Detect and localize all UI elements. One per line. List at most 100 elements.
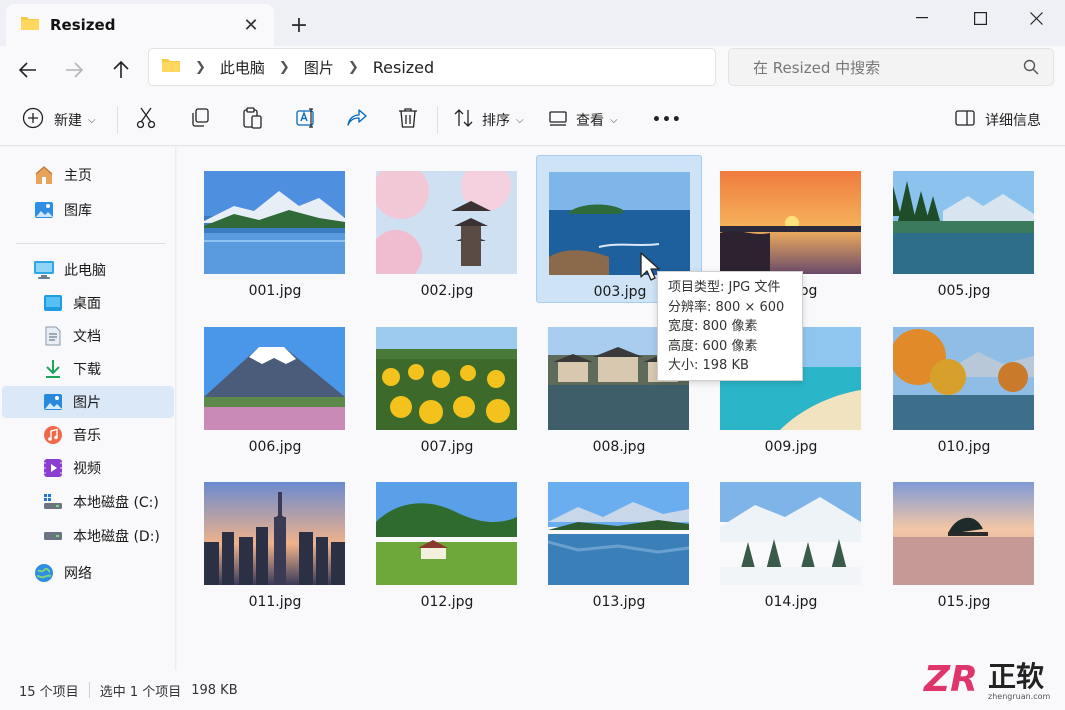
minimize-button[interactable]	[893, 0, 951, 36]
up-button[interactable]	[103, 52, 139, 88]
sidebar-item-drive-d[interactable]: 本地磁盘 (D:)	[2, 520, 174, 552]
sidebar-item-pictures[interactable]: 图片	[2, 386, 174, 418]
gallery-icon	[33, 199, 55, 221]
tooltip-type: 项目类型: JPG 文件	[668, 280, 781, 295]
file-item-002[interactable]: 002.jpg	[364, 155, 530, 303]
file-name: 015.jpg	[937, 594, 991, 610]
file-name: 012.jpg	[420, 594, 474, 610]
paste-button[interactable]	[243, 102, 263, 138]
breadcrumb-this-pc[interactable]: 此电脑	[220, 57, 265, 78]
thumbnail-image	[204, 482, 345, 585]
tab-close-icon[interactable]: ✕	[236, 10, 266, 40]
network-icon	[33, 562, 55, 584]
file-info-tooltip: 项目类型: JPG 文件 分辨率: 800 × 600 宽度: 800 像素 高…	[657, 271, 803, 381]
maximize-button[interactable]	[951, 0, 1009, 36]
sort-button[interactable]: 排序 ⌵	[454, 102, 524, 138]
downloads-icon	[42, 358, 64, 380]
thumbnail-image	[720, 171, 861, 274]
sidebar-item-label: 本地磁盘 (D:)	[73, 529, 160, 545]
file-item-005[interactable]: 005.jpg	[881, 155, 1047, 303]
sort-label: 排序	[482, 113, 510, 129]
sidebar-item-label: 网络	[64, 566, 92, 582]
sidebar-item-network[interactable]: 网络	[2, 557, 174, 589]
file-name: 001.jpg	[248, 283, 302, 299]
file-item-011[interactable]: 011.jpg	[192, 466, 358, 614]
sidebar-item-label: 文档	[73, 329, 101, 345]
cut-button[interactable]	[136, 102, 156, 138]
view-label: 查看	[576, 113, 604, 129]
file-item-001[interactable]: 001.jpg	[192, 155, 358, 303]
back-button[interactable]	[10, 52, 46, 88]
new-label: 新建	[54, 113, 82, 129]
pictures-icon	[42, 391, 64, 413]
selection-count: 选中 1 个项目	[99, 684, 182, 700]
file-item-007[interactable]: 007.jpg	[364, 311, 530, 459]
details-pane-icon	[955, 110, 975, 130]
divider	[117, 106, 118, 134]
navigation-row: ❯ 此电脑 ❯ 图片 ❯ Resized 在 Resized 中搜索	[0, 46, 1065, 94]
sidebar-item-documents[interactable]: 文档	[2, 320, 174, 352]
rename-icon	[296, 108, 318, 132]
thumbnail-image	[376, 327, 517, 430]
watermark-domain: zhengruan.com	[988, 692, 1051, 701]
thumbnail-image	[893, 327, 1034, 430]
folder-icon	[161, 57, 181, 77]
sidebar-item-gallery[interactable]: 图库	[2, 194, 174, 226]
sidebar-item-home[interactable]: 主页	[2, 159, 174, 191]
divider	[88, 682, 90, 698]
sidebar-item-label: 图片	[73, 395, 101, 411]
file-name: 009.jpg	[764, 439, 818, 455]
file-name: 007.jpg	[420, 439, 474, 455]
address-bar[interactable]: ❯ 此电脑 ❯ 图片 ❯ Resized	[148, 48, 716, 86]
documents-icon	[42, 325, 64, 347]
clipboard-icon	[243, 107, 263, 133]
sidebar-item-label: 视频	[73, 461, 101, 477]
sidebar-item-label: 桌面	[73, 296, 101, 312]
folder-icon	[20, 15, 40, 35]
share-button[interactable]	[346, 102, 368, 138]
tooltip-resolution: 分辨率: 800 × 600	[668, 299, 785, 315]
drive-c-icon	[42, 491, 64, 513]
file-item-006[interactable]: 006.jpg	[192, 311, 358, 459]
sidebar-item-downloads[interactable]: 下载	[2, 353, 174, 385]
file-item-015[interactable]: 015.jpg	[881, 466, 1047, 614]
tab-label: Resized	[50, 16, 116, 34]
sidebar-item-desktop[interactable]: 桌面	[2, 287, 174, 319]
item-count: 15 个项目	[19, 684, 79, 700]
delete-button[interactable]	[398, 102, 418, 138]
copy-button[interactable]	[190, 102, 210, 138]
sidebar-item-drive-c[interactable]: 本地磁盘 (C:)	[2, 486, 174, 518]
view-button[interactable]: 查看 ⌵	[549, 102, 618, 138]
file-item-013[interactable]: 013.jpg	[536, 466, 702, 614]
sort-icon	[454, 109, 474, 131]
sidebar-item-this-pc[interactable]: 此电脑	[2, 254, 174, 286]
thumbnail-image	[548, 482, 689, 585]
chevron-right-icon: ❯	[347, 59, 359, 75]
sidebar-item-label: 主页	[64, 168, 92, 184]
chevron-down-icon: ⌵	[516, 114, 524, 126]
tooltip-height: 高度: 600 像素	[668, 338, 758, 354]
search-input[interactable]: 在 Resized 中搜索	[728, 48, 1054, 86]
forward-button[interactable]	[56, 52, 92, 88]
file-name: 011.jpg	[248, 594, 302, 610]
file-name: 005.jpg	[937, 283, 991, 299]
file-item-010[interactable]: 010.jpg	[881, 311, 1047, 459]
more-options-button[interactable]: •••	[652, 102, 682, 138]
tab-resized[interactable]: Resized ✕	[6, 4, 274, 46]
new-button[interactable]: 新建 ⌵	[22, 102, 96, 138]
details-pane-button[interactable]: 详细信息	[955, 102, 1041, 138]
breadcrumb-resized[interactable]: Resized	[373, 58, 434, 77]
divider	[437, 106, 438, 134]
view-icon	[549, 110, 567, 130]
file-item-014[interactable]: 014.jpg	[708, 466, 874, 614]
sidebar-item-music[interactable]: 音乐	[2, 419, 174, 451]
rename-button[interactable]	[296, 102, 318, 138]
breadcrumb-pictures[interactable]: 图片	[304, 57, 334, 78]
file-item-012[interactable]: 012.jpg	[364, 466, 530, 614]
new-tab-button[interactable]: +	[284, 10, 314, 40]
thumbnail-image	[204, 327, 345, 430]
status-bar: 15 个项目 选中 1 个项目 198 KB	[0, 670, 1065, 710]
thumbnail-image	[376, 482, 517, 585]
close-window-button[interactable]	[1007, 0, 1065, 36]
sidebar-item-videos[interactable]: 视频	[2, 452, 174, 484]
